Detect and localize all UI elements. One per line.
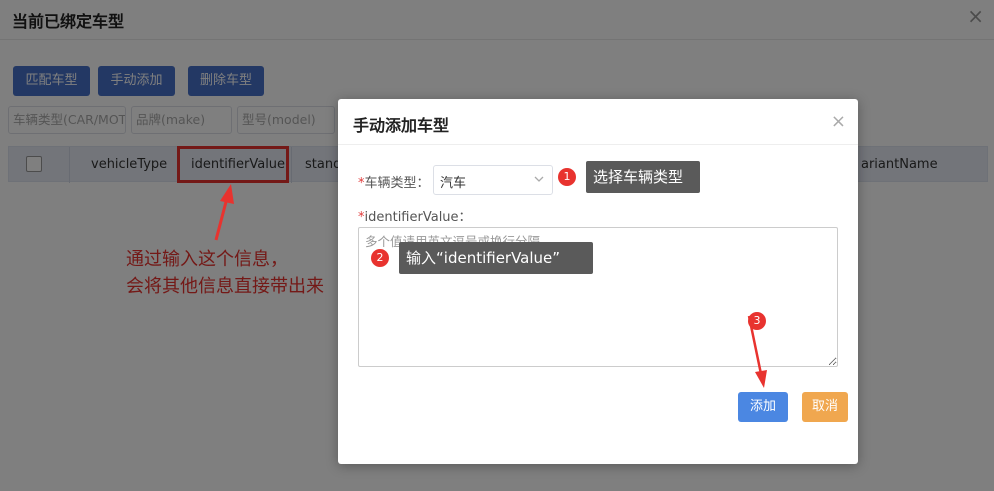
dialog-close-icon[interactable]: × (831, 111, 846, 132)
manual-add-dialog: 手动添加车型 × *车辆类型： 汽车 *identifierValue： 添加 … (338, 99, 858, 464)
step-badge-3: 3 (748, 312, 766, 330)
step-tooltip-2: 输入“identifierValue” (399, 242, 593, 274)
vehicle-type-select[interactable]: 汽车 (433, 165, 553, 195)
identifier-value-label-text: identifierValue： (364, 210, 472, 225)
add-button[interactable]: 添加 (738, 392, 788, 422)
step-badge-1: 1 (558, 168, 576, 186)
vehicle-type-label-text: 车辆类型： (364, 176, 430, 191)
dialog-title: 手动添加车型 (353, 116, 450, 135)
cancel-button[interactable]: 取消 (802, 392, 848, 422)
identifier-value-label: *identifierValue： (358, 206, 472, 225)
vehicle-type-label: *车辆类型： (358, 172, 430, 191)
vehicle-type-select-value: 汽车 (440, 176, 467, 191)
step-tooltip-1: 选择车辆类型 (586, 161, 700, 193)
chevron-down-icon (534, 176, 544, 182)
step-badge-2: 2 (371, 249, 389, 267)
dialog-header: 手动添加车型 × (338, 99, 858, 145)
